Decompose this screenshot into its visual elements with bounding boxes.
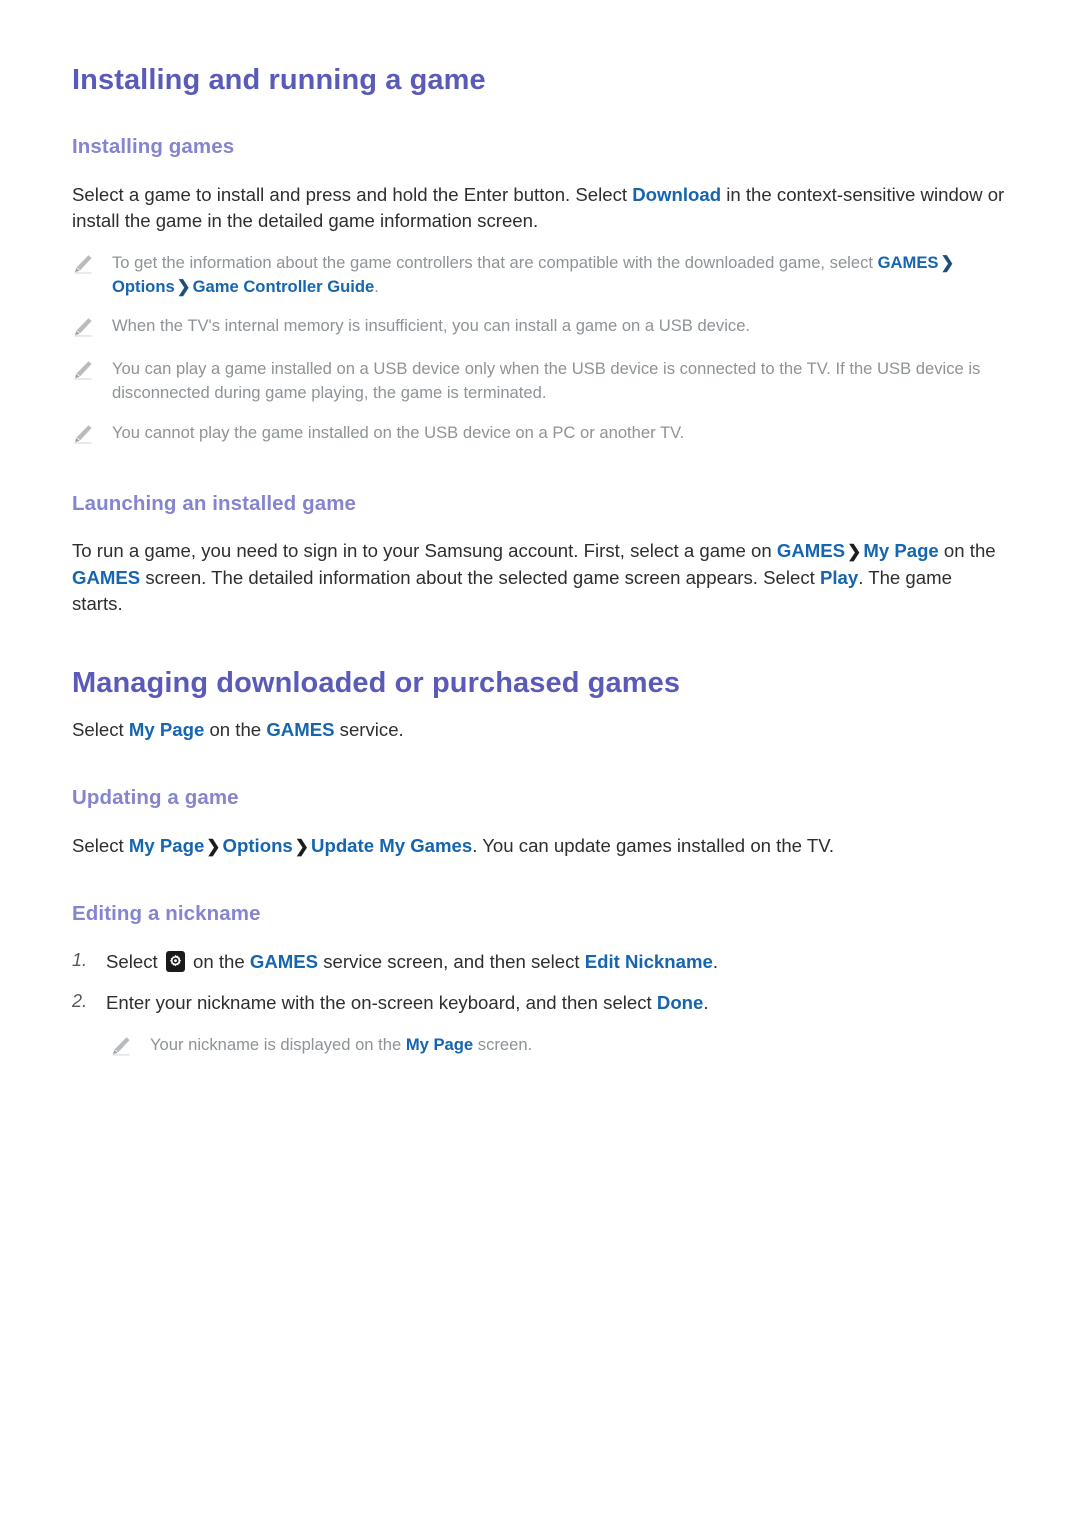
link-game-controller-guide[interactable]: Game Controller Guide bbox=[193, 277, 375, 296]
text-fragment: service screen, and then select bbox=[318, 950, 585, 972]
pencil-icon bbox=[72, 314, 98, 342]
link-options[interactable]: Options bbox=[112, 277, 175, 296]
note-item: To get the information about the game co… bbox=[72, 251, 1002, 299]
note-text: Your nickname is displayed on the My Pag… bbox=[150, 1033, 532, 1057]
pencil-icon bbox=[72, 421, 98, 449]
list-item-text: Select on the GAMES service screen, and … bbox=[106, 949, 718, 975]
link-my-page[interactable]: My Page bbox=[406, 1035, 473, 1054]
link-done[interactable]: Done bbox=[657, 992, 703, 1013]
text-fragment: on the bbox=[204, 718, 267, 740]
link-play[interactable]: Play bbox=[820, 567, 858, 588]
link-options[interactable]: Options bbox=[223, 835, 293, 856]
text-fragment: on the bbox=[187, 950, 250, 972]
paragraph-launching-game: To run a game, you need to sign in to yo… bbox=[72, 538, 1007, 617]
text-fragment: Select a game to install and press and h… bbox=[72, 183, 633, 205]
link-games[interactable]: GAMES bbox=[250, 951, 318, 972]
page-title-managing-games: Managing downloaded or purchased games bbox=[72, 667, 681, 700]
ordered-steps-list: 1. Select on the GAMES service screen, a… bbox=[72, 949, 1020, 1017]
link-games[interactable]: GAMES bbox=[72, 567, 140, 588]
text-fragment: To get the information about the game co… bbox=[112, 252, 878, 272]
gear-icon[interactable] bbox=[165, 950, 185, 972]
paragraph-installing-games: Select a game to install and press and h… bbox=[72, 182, 1007, 235]
text-fragment: . You can update games installed on the … bbox=[472, 834, 835, 856]
text-fragment: Select bbox=[72, 718, 129, 740]
note-item: When the TV's internal memory is insuffi… bbox=[72, 314, 1002, 342]
pencil-icon bbox=[72, 357, 98, 385]
chevron-right-icon: ❯ bbox=[176, 276, 191, 296]
list-item: 2. Enter your nickname with the on-scree… bbox=[72, 990, 1020, 1016]
chevron-right-icon: ❯ bbox=[294, 836, 310, 856]
link-my-page[interactable]: My Page bbox=[129, 835, 204, 856]
document-page: Installing and running a game Installing… bbox=[0, 0, 1080, 1527]
text-fragment: . bbox=[703, 992, 709, 1014]
paragraph-updating-game: Select My Page ❯ Options ❯ Update My Games. … bbox=[72, 833, 1007, 859]
note-text: You can play a game installed on a USB d… bbox=[112, 359, 981, 403]
note-text: You cannot play the game installed on th… bbox=[112, 422, 685, 442]
text-fragment: service. bbox=[334, 718, 404, 740]
link-my-page[interactable]: My Page bbox=[129, 719, 204, 740]
link-games[interactable]: GAMES bbox=[878, 253, 939, 272]
section-heading-installing-games: Installing games bbox=[72, 135, 235, 159]
text-fragment: . bbox=[374, 276, 379, 296]
text-fragment: Your nickname is displayed on the bbox=[150, 1035, 406, 1055]
section-heading-updating-a-game: Updating a game bbox=[72, 786, 239, 809]
list-item: 1. Select on the GAMES service screen, a… bbox=[72, 949, 1020, 975]
text-fragment: Select bbox=[106, 950, 163, 972]
pencil-icon bbox=[72, 251, 98, 279]
section-heading-editing-a-nickname: Editing a nickname bbox=[72, 902, 261, 926]
text-fragment: Enter your nickname with the on-screen k… bbox=[106, 992, 657, 1014]
text-fragment: Select bbox=[72, 834, 129, 856]
list-marker: 2. bbox=[72, 991, 88, 1012]
link-update-my-games[interactable]: Update My Games bbox=[311, 835, 472, 856]
note-item: You cannot play the game installed on th… bbox=[72, 421, 1002, 449]
link-download[interactable]: Download bbox=[632, 184, 721, 205]
note-item: Your nickname is displayed on the My Pag… bbox=[72, 1033, 1020, 1061]
link-edit-nickname[interactable]: Edit Nickname bbox=[585, 951, 713, 972]
note-item: You can play a game installed on a USB d… bbox=[72, 357, 1002, 405]
link-games[interactable]: GAMES bbox=[266, 719, 334, 740]
link-my-page[interactable]: My Page bbox=[863, 540, 938, 561]
chevron-right-icon: ❯ bbox=[206, 836, 221, 856]
chevron-right-icon: ❯ bbox=[847, 542, 862, 562]
note-text: When the TV's internal memory is insuffi… bbox=[112, 316, 751, 336]
list-marker: 1. bbox=[72, 949, 88, 970]
text-fragment: on the bbox=[938, 540, 996, 562]
text-fragment: . bbox=[712, 950, 719, 972]
section-heading-launching-an-installed-game: Launching an installed game bbox=[72, 491, 357, 515]
link-games[interactable]: GAMES bbox=[777, 540, 845, 561]
list-item-text: Enter your nickname with the on-screen k… bbox=[106, 990, 709, 1016]
paragraph-managing-intro: Select My Page on the GAMES service. bbox=[72, 717, 1007, 743]
text-fragment: screen. The detailed information about t… bbox=[140, 566, 820, 588]
chevron-right-icon: ❯ bbox=[940, 252, 955, 272]
text-fragment: To run a game, you need to sign in to yo… bbox=[72, 540, 777, 562]
pencil-icon bbox=[110, 1033, 136, 1061]
text-fragment: screen. bbox=[473, 1035, 533, 1055]
note-text: To get the information about the game co… bbox=[112, 251, 1002, 299]
page-title: Installing and running a game bbox=[72, 64, 486, 96]
